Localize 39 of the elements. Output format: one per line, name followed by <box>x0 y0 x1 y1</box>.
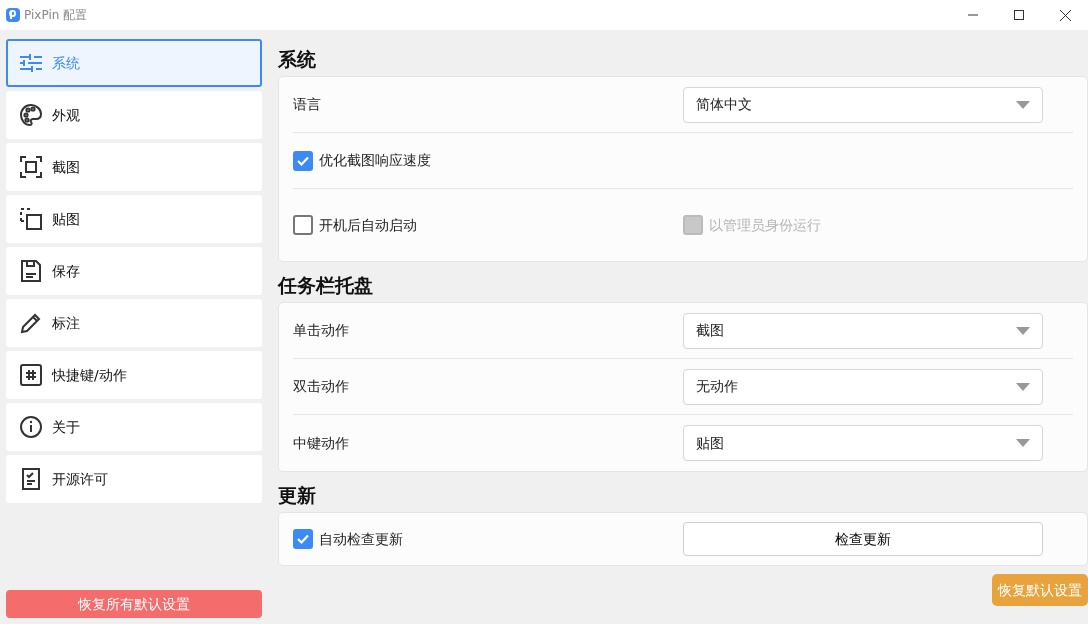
checkbox-option[interactable]: 开机后自动启动 <box>293 214 417 236</box>
save-icon <box>18 258 44 284</box>
info-icon <box>18 414 44 440</box>
sidebar-item[interactable]: 外观 <box>6 91 262 139</box>
caret-icon <box>1016 382 1030 391</box>
window-title: PixPin 配置 <box>24 7 88 24</box>
sidebar-item[interactable]: 关于 <box>6 403 262 451</box>
sidebar-item[interactable]: 贴图 <box>6 195 262 243</box>
palette-icon <box>18 102 44 128</box>
setting-label: 双击动作 <box>293 377 349 396</box>
dropdown[interactable]: 简体中文 <box>683 86 1043 123</box>
dropdown[interactable]: 截图 <box>683 312 1043 349</box>
hashtag-icon <box>18 362 44 388</box>
maximize-icon <box>1014 10 1024 20</box>
setting-label: 单击动作 <box>293 321 349 340</box>
sidebar-item[interactable]: 标注 <box>6 299 262 347</box>
caret-icon <box>1016 100 1030 109</box>
section-title: 系统 <box>278 47 317 72</box>
check-icon <box>297 155 309 166</box>
sidebar-item[interactable]: 截图 <box>6 143 262 191</box>
section-title: 任务栏托盘 <box>278 273 374 298</box>
sidebar-item[interactable]: 快捷键/动作 <box>6 351 262 399</box>
app-logo-icon <box>6 8 20 22</box>
check-update-button[interactable]: 检查更新 <box>683 522 1043 556</box>
caret-icon <box>1016 326 1030 335</box>
section-title: 更新 <box>278 483 317 508</box>
checkbox-option[interactable]: 自动检查更新 <box>293 528 403 550</box>
checkbox-option[interactable]: 优化截图响应速度 <box>293 150 431 171</box>
setting-label: 语言 <box>293 95 321 114</box>
pin-image-icon <box>18 206 44 232</box>
sidebar-item[interactable]: 开源许可 <box>6 455 262 503</box>
setting-label: 中键动作 <box>293 433 349 453</box>
close-icon <box>1059 9 1071 21</box>
sidebar-item[interactable]: 保存 <box>6 247 262 295</box>
screenshot-frame-icon <box>18 154 44 180</box>
dropdown[interactable]: 贴图 <box>683 425 1043 461</box>
check-icon <box>297 534 309 544</box>
caret-icon <box>1016 439 1030 447</box>
dropdown[interactable]: 无动作 <box>683 368 1043 405</box>
